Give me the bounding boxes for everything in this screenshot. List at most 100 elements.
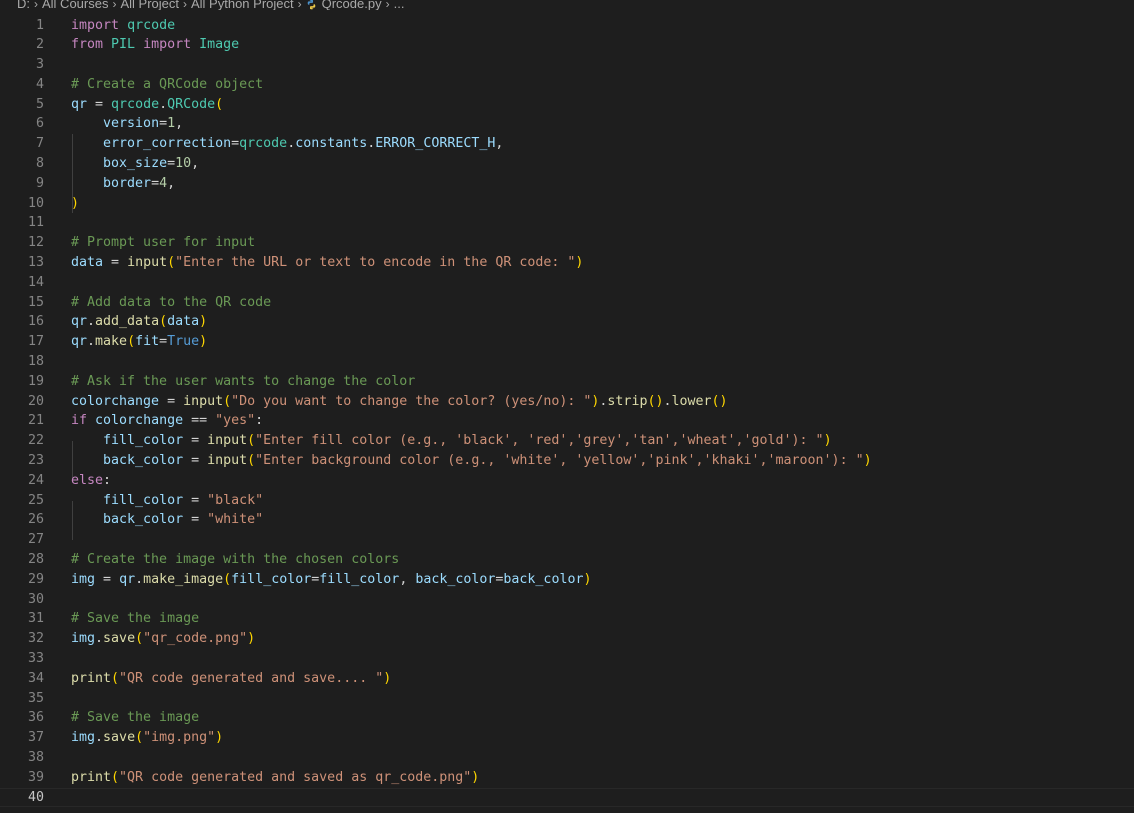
- code-line[interactable]: 18: [0, 352, 1134, 372]
- code-line[interactable]: 30: [0, 590, 1134, 610]
- code-line[interactable]: 14: [0, 273, 1134, 293]
- code-line[interactable]: 3: [0, 55, 1134, 75]
- line-number: 31: [27, 611, 44, 627]
- code-token: .: [87, 314, 96, 330]
- code-line[interactable]: 6 version=1,: [0, 114, 1134, 134]
- line-number: 14: [27, 274, 44, 290]
- code-token: =: [87, 96, 112, 112]
- code-line[interactable]: 19 # Ask if the user wants to change the …: [0, 372, 1134, 392]
- code-line[interactable]: 13 data = input("Enter the URL or text to…: [0, 253, 1134, 273]
- breadcrumb-file[interactable]: Qrcode.py: [322, 0, 382, 10]
- code-line[interactable]: 8 box_size=10,: [0, 154, 1134, 174]
- code-line[interactable]: 11: [0, 213, 1134, 233]
- line-number: 26: [27, 512, 44, 528]
- code-token: make_image: [143, 571, 224, 587]
- code-token: Image: [199, 37, 240, 53]
- code-line[interactable]: 39 print("QR code generated and saved as …: [0, 768, 1134, 788]
- code-line[interactable]: 35: [0, 689, 1134, 709]
- code-token: "Enter fill color (e.g., 'black', 'red',…: [255, 433, 824, 449]
- code-token: ,: [495, 136, 504, 152]
- code-token: .: [135, 571, 144, 587]
- code-line[interactable]: 26 back_color = "white": [0, 510, 1134, 530]
- code-token: fill_color: [103, 433, 184, 449]
- code-token: (: [215, 96, 224, 112]
- code-line[interactable]: 9 border=4,: [0, 174, 1134, 194]
- code-text: # Add data to the QR code: [71, 293, 271, 313]
- code-token: "black": [207, 492, 264, 508]
- code-token: =: [159, 334, 168, 350]
- code-line[interactable]: 12 # Prompt user for input: [0, 233, 1134, 253]
- code-token: print: [71, 769, 112, 785]
- code-token: .: [159, 96, 168, 112]
- code-line[interactable]: 34 print("QR code generated and save.... …: [0, 669, 1134, 689]
- breadcrumb-drive[interactable]: D:: [17, 0, 30, 10]
- code-line[interactable]: 32 img.save("qr_code.png"): [0, 629, 1134, 649]
- code-token: ,: [167, 175, 176, 191]
- code-line[interactable]: 28 # Create the image with the chosen col…: [0, 550, 1134, 570]
- code-token: =: [95, 571, 120, 587]
- code-line[interactable]: 33: [0, 649, 1134, 669]
- code-line[interactable]: 25 fill_color = "black": [0, 491, 1134, 511]
- line-number: 27: [27, 532, 44, 548]
- code-line[interactable]: 36 # Save the image: [0, 708, 1134, 728]
- code-editor[interactable]: 1 import qrcode 2 from PIL import Image 3 4 # …: [0, 16, 1134, 808]
- code-line[interactable]: 22 fill_color = input("Enter fill color …: [0, 431, 1134, 451]
- code-line[interactable]: 27: [0, 530, 1134, 550]
- line-number: 32: [27, 631, 44, 647]
- code-token: qr: [119, 571, 136, 587]
- line-number: 7: [35, 136, 44, 152]
- line-number: 4: [35, 76, 44, 92]
- code-token: 4: [159, 175, 168, 191]
- code-text: # Ask if the user wants to change the co…: [71, 372, 415, 392]
- code-token: .: [87, 334, 96, 350]
- code-token: ): [583, 571, 592, 587]
- code-text: back_color = input("Enter background col…: [71, 451, 872, 471]
- code-line[interactable]: 37 img.save("img.png"): [0, 728, 1134, 748]
- code-token: ): [471, 769, 480, 785]
- code-line[interactable]: 29 img = qr.make_image(fill_color=fill_co…: [0, 570, 1134, 590]
- breadcrumb-more[interactable]: ...: [394, 0, 405, 10]
- code-line[interactable]: 1 import qrcode: [0, 16, 1134, 36]
- code-token: ,: [399, 571, 416, 587]
- breadcrumb-all-courses[interactable]: All Courses: [42, 0, 108, 10]
- code-token: ,: [175, 116, 184, 132]
- code-token: # Ask if the user wants to change the co…: [71, 373, 416, 389]
- code-line[interactable]: 31 # Save the image: [0, 609, 1134, 629]
- code-text: back_color = "white": [71, 510, 263, 530]
- code-line[interactable]: 24 else:: [0, 471, 1134, 491]
- code-token: (: [111, 769, 120, 785]
- code-text: data = input("Enter the URL or text to e…: [71, 253, 583, 273]
- code-text: colorchange = input("Do you want to chan…: [71, 392, 728, 412]
- breadcrumb: D: › All Courses › All Project › All Pyt…: [0, 0, 1134, 10]
- breadcrumb-all-project[interactable]: All Project: [120, 0, 179, 10]
- code-token: qr: [71, 334, 88, 350]
- code-line[interactable]: 38: [0, 748, 1134, 768]
- code-token: qrcode: [127, 17, 176, 33]
- code-text: # Prompt user for input: [71, 233, 255, 253]
- code-line[interactable]: 21 if colorchange == "yes":: [0, 411, 1134, 431]
- code-token: ): [575, 255, 584, 271]
- code-token: fill_color: [103, 492, 184, 508]
- code-token: qrcode: [111, 96, 160, 112]
- code-token: # Prompt user for input: [71, 235, 256, 251]
- code-token: import: [71, 17, 120, 33]
- code-line[interactable]: 17 qr.make(fit=True): [0, 332, 1134, 352]
- code-line[interactable]: 4 # Create a QRCode object: [0, 75, 1134, 95]
- code-line[interactable]: 16 qr.add_data(data): [0, 312, 1134, 332]
- breadcrumb-all-python-project[interactable]: All Python Project: [191, 0, 294, 10]
- code-token: ): [215, 730, 224, 746]
- code-token: ): [383, 670, 392, 686]
- code-line[interactable]: 5 qr = qrcode.QRCode(: [0, 95, 1134, 115]
- code-text: # Create the image with the chosen color…: [71, 550, 399, 570]
- code-line[interactable]: 7 error_correction=qrcode.constants.ERRO…: [0, 134, 1134, 154]
- code-line[interactable]: 10): [0, 194, 1134, 214]
- line-number: 6: [35, 116, 44, 132]
- code-token: strip: [607, 393, 648, 409]
- code-line[interactable]: 15 # Add data to the QR code: [0, 293, 1134, 313]
- code-line[interactable]: 2 from PIL import Image: [0, 35, 1134, 55]
- code-text: qr.make(fit=True): [71, 332, 207, 352]
- code-line[interactable]: 23 back_color = input("Enter background …: [0, 451, 1134, 471]
- code-line[interactable]: 40: [0, 787, 1134, 808]
- code-line[interactable]: 20 colorchange = input("Do you want to ch…: [0, 392, 1134, 412]
